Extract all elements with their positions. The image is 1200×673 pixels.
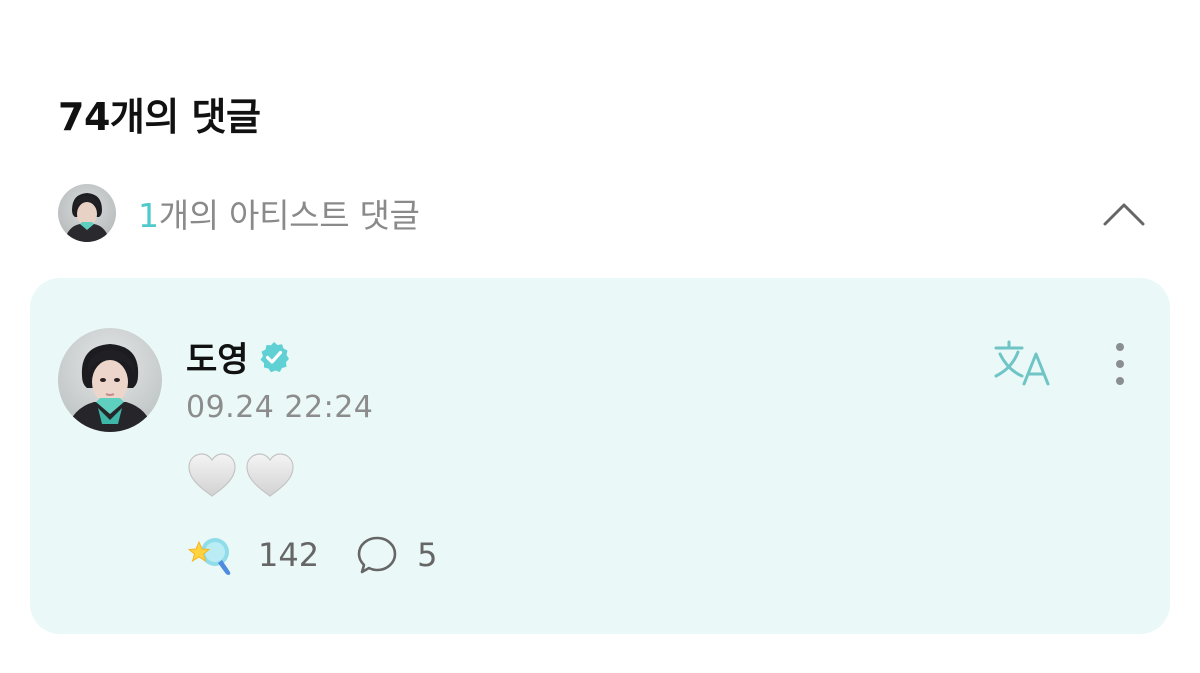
collapse-button[interactable] bbox=[1100, 190, 1148, 238]
more-options-button[interactable] bbox=[1104, 340, 1136, 390]
white-heart-icon bbox=[188, 453, 236, 497]
author-name[interactable]: 도영 bbox=[186, 332, 291, 381]
reply-button[interactable] bbox=[355, 533, 399, 577]
author-avatar[interactable] bbox=[58, 328, 162, 432]
reply-count: 5 bbox=[417, 536, 438, 574]
speech-bubble-icon bbox=[357, 536, 397, 574]
author-name-text: 도영 bbox=[186, 340, 249, 380]
like-button[interactable] bbox=[186, 530, 236, 580]
white-heart-icon bbox=[246, 453, 294, 497]
comment-actions: 142 5 bbox=[186, 530, 437, 580]
comment-timestamp: 09.24 22:24 bbox=[186, 390, 374, 425]
artist-comments-label: 1개의 아티스트 댓글 bbox=[138, 189, 420, 237]
artist-comment-card: 도영 09.24 22:24 142 5 bbox=[30, 278, 1170, 634]
artist-comment-count: 1 bbox=[138, 196, 159, 235]
comment-body bbox=[186, 450, 296, 502]
chevron-up-icon bbox=[1103, 203, 1145, 226]
comments-page: 74개의 댓글 1개의 아티스트 댓글 도영 09.24 22:24 142 5 bbox=[0, 0, 1200, 673]
translate-button[interactable] bbox=[992, 336, 1056, 390]
artist-comments-toggle[interactable]: 1개의 아티스트 댓글 bbox=[58, 182, 1148, 244]
artist-avatar bbox=[58, 184, 116, 242]
more-vertical-icon bbox=[1116, 343, 1124, 385]
artist-comments-label-suffix: 개의 아티스트 댓글 bbox=[158, 196, 420, 235]
translate-icon bbox=[994, 340, 1050, 386]
like-count: 142 bbox=[258, 536, 320, 574]
verified-badge-icon bbox=[260, 341, 289, 372]
comments-count-heading: 74개의 댓글 bbox=[58, 95, 261, 139]
